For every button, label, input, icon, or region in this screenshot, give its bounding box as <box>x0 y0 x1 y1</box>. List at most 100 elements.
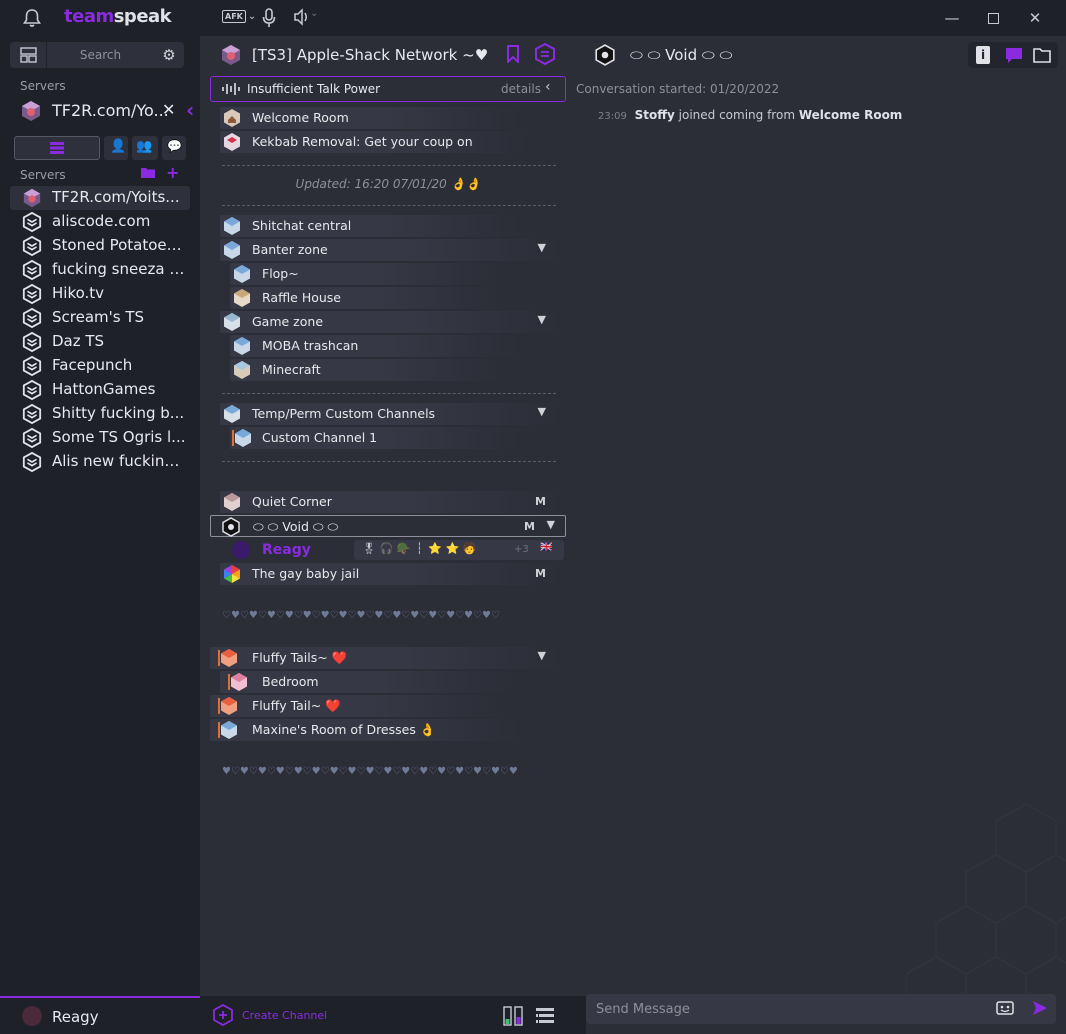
channel-void[interactable]: ⬭ ⬭ Void ⬭ ⬭ M ▼ <box>210 515 566 537</box>
channel-raffle-house[interactable]: Raffle House <box>230 287 500 309</box>
chat-toolbar: i <box>968 42 1058 68</box>
bell-icon[interactable] <box>22 8 42 28</box>
search-input[interactable] <box>46 42 154 68</box>
channel-tree: [TS3] Apple-Shack Network ~♥ Insufficien… <box>200 36 576 998</box>
emoji-icon[interactable] <box>996 999 1014 1017</box>
channel-custom-channel-1[interactable]: Custom Channel 1 <box>230 427 520 449</box>
server-item[interactable]: Facepunch <box>10 354 190 378</box>
message-time: 23:09 <box>598 111 627 122</box>
server-item[interactable]: Hiko.tv <box>10 282 190 306</box>
channel-quiet-corner[interactable]: Quiet Corner M <box>220 491 560 513</box>
channel-moba-trashcan[interactable]: MOBA trashcan <box>230 335 520 357</box>
create-channel-button[interactable]: Create Channel <box>212 1003 327 1030</box>
chevron-left-icon[interactable]: ‹ <box>545 79 551 95</box>
talk-power-banner[interactable]: Insufficient Talk Power details ‹ <box>210 76 566 102</box>
server-item[interactable]: Shitty fucking b... <box>10 402 190 426</box>
afk-icon: AFK <box>222 10 246 23</box>
audio-levels-icon[interactable] <box>502 1006 524 1026</box>
channel-kekbab-removal[interactable]: Kekbab Removal: Get your coup on <box>220 131 530 153</box>
app-logo: teamspeak <box>64 6 172 27</box>
tab-server-list[interactable] <box>14 136 100 160</box>
tab-groups[interactable]: 👥 <box>132 136 158 160</box>
channel-icon <box>218 697 237 715</box>
channel-flop[interactable]: Flop~ <box>230 263 500 285</box>
chevron-down-icon[interactable]: ▼ <box>538 241 546 254</box>
layout-toggle-button[interactable] <box>10 42 46 68</box>
close-server-icon[interactable]: ✕ <box>162 100 175 119</box>
collapse-sidebar-icon[interactable]: ‹ <box>186 98 194 122</box>
send-message-input[interactable] <box>586 994 1056 1024</box>
message-channel[interactable]: Welcome Room <box>799 108 902 122</box>
server-icon <box>23 188 41 208</box>
channel-icon <box>224 493 240 511</box>
add-folder-icon[interactable] <box>140 166 156 183</box>
chevron-down-icon[interactable]: ▼ <box>547 518 555 531</box>
send-icon[interactable] <box>1031 999 1049 1017</box>
speaker-toggle[interactable]: ⌄ <box>292 8 318 28</box>
server-item[interactable]: fucking sneeza a... <box>10 258 190 282</box>
current-user[interactable]: Reagy <box>0 996 200 1034</box>
badges: 🎖 🎧 🪖 ┆ ⭐ ⭐ 🧑 <box>362 542 477 555</box>
gear-icon: ⚙ <box>162 46 176 64</box>
active-server-name: TF2R.com/Yo... <box>52 101 169 120</box>
speaker-icon <box>294 8 307 26</box>
server-item[interactable]: HattonGames <box>10 378 190 402</box>
active-server-tab[interactable]: TF2R.com/Yo... ✕ <box>18 98 198 124</box>
channel-list-icon[interactable] <box>535 1006 555 1026</box>
bookmark-icon[interactable] <box>506 45 520 63</box>
maximize-button[interactable] <box>983 8 1003 28</box>
user-badges: 🎖 🎧 🪖 ┆ ⭐ ⭐ 🧑 +3 🇬🇧 <box>354 540 564 560</box>
close-window-button[interactable]: ✕ <box>1025 8 1045 28</box>
user-name: Reagy <box>262 542 311 558</box>
teamspeak-server-icon <box>22 308 42 328</box>
channel-icon <box>228 673 247 691</box>
folder-icon[interactable] <box>1032 46 1052 64</box>
group-icon: 👥 <box>136 139 153 154</box>
channel-icon <box>224 405 240 423</box>
channel-gay-baby-jail[interactable]: The gay baby jail M <box>220 563 560 585</box>
channel-temp-perm-custom[interactable]: Temp/Perm Custom Channels ▼ <box>220 403 560 425</box>
chevron-down-icon[interactable]: ▼ <box>538 405 546 418</box>
server-item[interactable]: Scream's TS <box>10 306 190 330</box>
user-reagy[interactable]: Reagy 🎖 🎧 🪖 ┆ ⭐ ⭐ 🧑 +3 🇬🇧 <box>228 539 564 561</box>
tab-contacts[interactable]: 👤 <box>104 136 128 160</box>
chevron-down-icon[interactable]: ▼ <box>538 313 546 326</box>
channel-bedroom[interactable]: Bedroom <box>220 671 510 693</box>
minimize-button[interactable]: — <box>942 8 962 28</box>
server-item[interactable]: Stoned Potatoes... <box>10 234 190 258</box>
server-item[interactable]: Daz TS <box>10 330 190 354</box>
channel-maxines-room[interactable]: Maxine's Room of Dresses 👌 <box>210 719 520 741</box>
settings-button[interactable]: ⚙ <box>154 42 184 68</box>
channel-game-zone[interactable]: Game zone ▼ <box>220 311 560 333</box>
chat-icon[interactable] <box>1004 46 1024 64</box>
channel-icon <box>234 337 250 355</box>
message-user[interactable]: Stoffy <box>635 108 675 122</box>
details-link[interactable]: details <box>501 82 541 96</box>
microphone-icon[interactable] <box>262 8 276 28</box>
moderated-flag: M <box>535 567 546 580</box>
servers-list-label: Servers <box>20 168 66 182</box>
chevron-down-icon[interactable]: ▼ <box>538 649 546 662</box>
channel-fluffy-tail[interactable]: Fluffy Tail~ ❤️ <box>210 695 500 717</box>
active-servers-label: Servers <box>20 79 66 93</box>
server-list: TF2R.com/Yoits... aliscode.com Stoned Po… <box>10 186 190 474</box>
server-info-icon[interactable] <box>534 43 556 65</box>
channel-banter-zone[interactable]: Banter zone ▼ <box>220 239 560 261</box>
channel-welcome-room[interactable]: Welcome Room <box>220 107 520 129</box>
hearts-spacer: ♡♥♡♥♡♥♡♥♡♥♡♥♡♥♡♥♡♥♡♥♡♥♡♥♡♥♡♥♡♥♡ <box>222 610 500 621</box>
server-icon <box>222 45 240 65</box>
server-item[interactable]: TF2R.com/Yoits... <box>10 186 190 210</box>
moderated-flag: M <box>535 495 546 508</box>
channel-minecraft[interactable]: Minecraft <box>230 359 500 381</box>
add-server-icon[interactable]: + <box>166 163 179 182</box>
server-item[interactable]: Some TS Ogris l... <box>10 426 190 450</box>
teamspeak-server-icon <box>22 452 42 472</box>
afk-toggle[interactable]: AFK ⌄ <box>222 8 256 28</box>
channel-fluffy-tails[interactable]: Fluffy Tails~ ❤️ ▼ <box>210 647 560 669</box>
server-item[interactable]: Alis new fucking... <box>10 450 190 474</box>
info-icon[interactable]: i <box>976 46 990 64</box>
channel-shitchat-central[interactable]: Shitchat central <box>220 215 520 237</box>
tab-chats[interactable]: 💬 <box>162 136 186 160</box>
server-item[interactable]: aliscode.com <box>10 210 190 234</box>
more-badges-count: +3 <box>514 544 529 555</box>
